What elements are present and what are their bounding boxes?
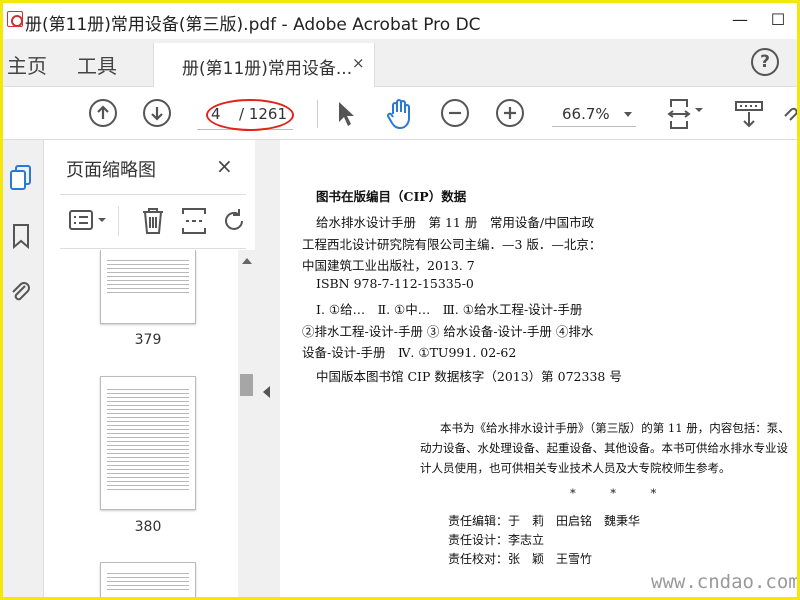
toolbar: 4 / 1261 66.7% bbox=[3, 88, 797, 140]
credit-line: 责任校对：张 颖 王雪竹 bbox=[448, 552, 593, 566]
cip-line: 中国建筑工业出版社，2013. 7 bbox=[302, 258, 475, 273]
title-bar: 册(第11册)常用设备(第三版).pdf - Adobe Acrobat Pro… bbox=[3, 3, 797, 39]
credit-line: 责任编辑：于 莉 田启铭 魏秉华 bbox=[448, 514, 641, 528]
thumbnails-list: 379 380 bbox=[44, 250, 238, 597]
zoom-out-icon bbox=[449, 111, 461, 115]
scroll-mode-icon bbox=[735, 101, 763, 128]
extract-page-icon bbox=[182, 208, 206, 234]
page-thumbnails-icon bbox=[10, 165, 31, 190]
cip-line: ISBN 978-7-112-15335-0 bbox=[316, 276, 474, 291]
page-thumbnail-380[interactable] bbox=[100, 376, 196, 510]
thumbnail-label: 380 bbox=[134, 519, 162, 535]
panel-divider bbox=[60, 194, 246, 195]
delete-page-button[interactable] bbox=[140, 206, 166, 240]
bookmark-icon bbox=[13, 224, 29, 250]
cip-line: Ⅰ. ①给… Ⅱ. ①中… Ⅲ. ①给水工程-设计-手册 bbox=[316, 302, 583, 317]
tab-home[interactable]: 主页 bbox=[7, 50, 47, 79]
panel-divider bbox=[60, 248, 246, 249]
arrow-up-icon bbox=[97, 105, 109, 119]
close-tab-button[interactable]: × bbox=[352, 54, 365, 72]
acrobat-app-icon bbox=[7, 11, 23, 27]
abstract-line: 计人员使用，也可供相关专业技术人员及大专院校师生参考。 bbox=[420, 461, 731, 475]
bookmarks-button[interactable] bbox=[9, 222, 33, 250]
tab-bar: 主页 工具 册(第11册)常用设备... × ? bbox=[3, 39, 797, 87]
hand-icon bbox=[387, 99, 410, 129]
page-thumbnail-381[interactable] bbox=[100, 562, 196, 597]
cip-line: ②排水工程-设计-手册 ③ 给水设备-设计-手册 ④排水 bbox=[302, 324, 594, 339]
document-view[interactable]: 图书在版编目（CIP）数据 给水排水设计手册 第 11 册 常用设备/中国市政 … bbox=[280, 140, 797, 597]
help-icon[interactable]: ? bbox=[751, 48, 779, 76]
document-page: 图书在版编目（CIP）数据 给水排水设计手册 第 11 册 常用设备/中国市政 … bbox=[280, 140, 797, 597]
separator-stars: * * * bbox=[570, 486, 657, 500]
select-arrow-icon bbox=[339, 102, 354, 126]
toolbar-divider bbox=[317, 100, 318, 128]
abstract-line: 动力设备、水处理设备、起重设备、其他设备。本书可供给水排水专业设 bbox=[420, 441, 788, 455]
cip-heading: 图书在版编目（CIP）数据 bbox=[316, 189, 467, 204]
document-tab-label: 册(第11册)常用设备... bbox=[182, 59, 353, 79]
thumbnail-content bbox=[101, 260, 195, 293]
link-button[interactable] bbox=[781, 102, 797, 130]
page-thumbnail-379[interactable] bbox=[100, 250, 196, 324]
cip-line: 给水排水设计手册 第 11 册 常用设备/中国市政 bbox=[316, 215, 595, 230]
zoom-out-button[interactable] bbox=[441, 99, 469, 127]
zoom-in-button[interactable] bbox=[496, 99, 524, 127]
thumbnail-label: 379 bbox=[134, 332, 162, 348]
thumbnails-scrollbar[interactable] bbox=[238, 250, 255, 597]
select-tool-button[interactable] bbox=[335, 100, 357, 132]
rotate-page-button[interactable] bbox=[222, 206, 248, 240]
site-watermark: www.cndao.com bbox=[651, 571, 797, 593]
attachment-icon bbox=[12, 282, 30, 301]
fit-page-icon bbox=[667, 99, 703, 129]
cip-line: 设备-设计-手册 Ⅳ. ①TU991. 02-62 bbox=[302, 345, 517, 360]
cip-line: 工程西北设计研究院有限公司主编．—3 版．—北京： bbox=[302, 237, 602, 252]
page-thumbnails-button[interactable] bbox=[9, 164, 33, 192]
rotate-page-icon bbox=[225, 209, 243, 230]
close-panel-button[interactable]: × bbox=[216, 154, 233, 178]
left-rail bbox=[3, 140, 44, 597]
hand-tool-button[interactable] bbox=[385, 98, 415, 134]
delete-page-icon bbox=[143, 208, 163, 234]
red-annotation-ellipse bbox=[206, 99, 294, 131]
credit-line: 责任设计：李志立 bbox=[448, 533, 545, 547]
next-page-button[interactable] bbox=[143, 99, 171, 127]
abstract-line: 本书为《给水排水设计手册》（第三版）的第 11 册，内容包括：泵、 bbox=[440, 421, 790, 435]
thumbnails-panel: 页面缩略图 × 379 380 bbox=[44, 140, 255, 597]
collapse-panel-arrow-icon[interactable] bbox=[263, 386, 270, 398]
panel-splitter[interactable] bbox=[255, 140, 280, 597]
options-menu-icon bbox=[69, 210, 106, 230]
minimize-button[interactable]: — bbox=[725, 7, 755, 33]
previous-page-button[interactable] bbox=[89, 99, 117, 127]
extract-page-button[interactable] bbox=[180, 206, 208, 240]
scroll-up-arrow-icon[interactable] bbox=[242, 258, 252, 264]
arrow-down-icon bbox=[151, 107, 163, 121]
link-icon bbox=[784, 107, 797, 121]
window-title: 册(第11册)常用设备(第三版).pdf - Adobe Acrobat Pro… bbox=[25, 15, 481, 35]
panel-toolbar bbox=[60, 200, 246, 244]
maximize-button[interactable]: ☐ bbox=[763, 7, 793, 33]
app-window: 册(第11册)常用设备(第三版).pdf - Adobe Acrobat Pro… bbox=[3, 3, 797, 597]
scrollbar-thumb[interactable] bbox=[240, 374, 253, 396]
panel-toolbar-divider bbox=[118, 206, 119, 236]
cip-line: 中国版本图书馆 CIP 数据核字（2013）第 072338 号 bbox=[316, 369, 622, 384]
attachments-button[interactable] bbox=[9, 278, 33, 306]
scroll-mode-button[interactable] bbox=[733, 100, 767, 134]
fit-page-button[interactable] bbox=[667, 97, 707, 135]
options-menu-button[interactable] bbox=[68, 208, 112, 238]
thumbnail-content bbox=[101, 573, 195, 590]
tab-document[interactable]: 册(第11册)常用设备... × bbox=[153, 43, 375, 87]
tab-tools[interactable]: 工具 bbox=[77, 50, 117, 79]
zoom-in-icon bbox=[504, 107, 516, 119]
thumbnail-content bbox=[101, 389, 195, 490]
chevron-down-icon bbox=[624, 112, 632, 117]
panel-title: 页面缩略图 bbox=[66, 160, 156, 181]
